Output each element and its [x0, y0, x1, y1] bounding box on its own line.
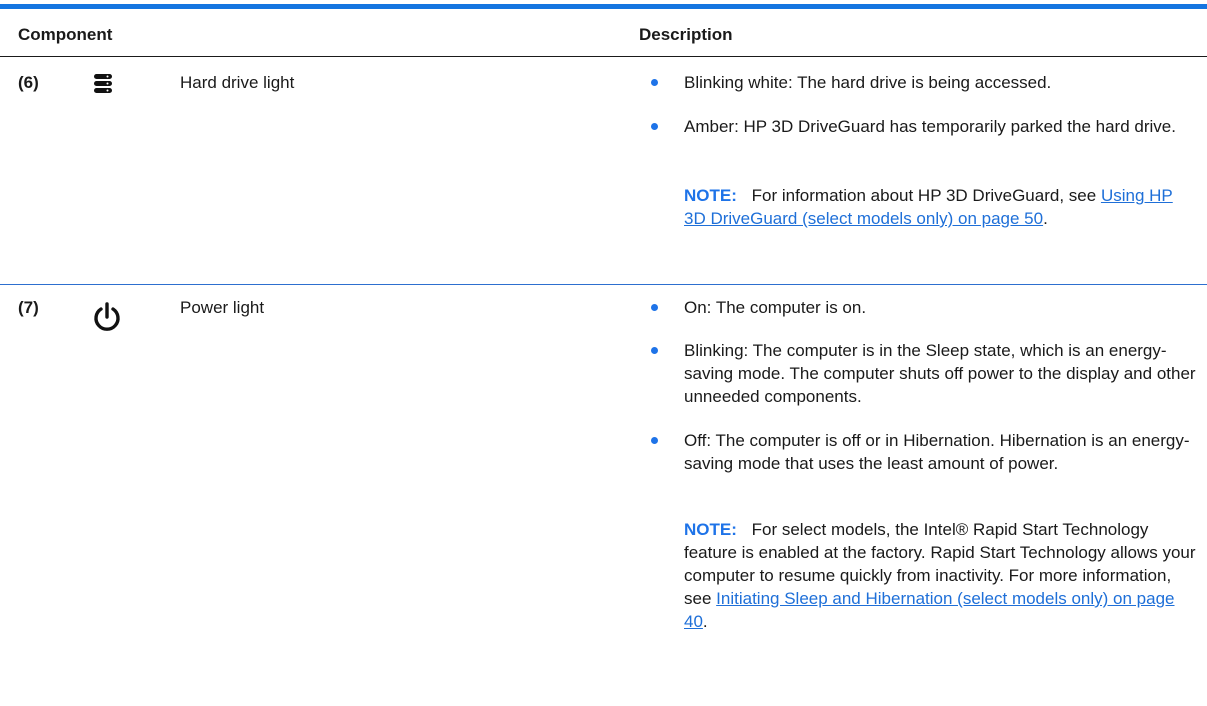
- bullet-icon: [651, 347, 658, 354]
- description-item: Blinking white: The hard drive is being …: [651, 71, 1196, 94]
- description-item: On: The computer is on.: [651, 296, 1196, 319]
- description-item: Amber: HP 3D DriveGuard has temporarily …: [651, 115, 1196, 138]
- table-header-row: Component Description: [0, 9, 1207, 57]
- bullet-icon: [651, 79, 658, 86]
- description-item: Off: The computer is off or in Hibernati…: [651, 429, 1196, 475]
- component-number: (6): [18, 73, 39, 92]
- hard-drive-icon: [93, 73, 113, 101]
- component-name: Hard drive light: [180, 73, 295, 92]
- bullet-icon: [651, 437, 658, 444]
- header-component: Component: [18, 25, 113, 44]
- component-name: Power light: [180, 298, 265, 317]
- description-item: Blinking: The computer is in the Sleep s…: [651, 339, 1196, 408]
- header-description: Description: [639, 25, 733, 44]
- note-link[interactable]: Initiating Sleep and Hibernation (select…: [684, 589, 1175, 631]
- note: NOTE: For information about HP 3D DriveG…: [684, 186, 1173, 228]
- note: NOTE: For select models, the Intel® Rapi…: [684, 520, 1196, 631]
- note-label: NOTE:: [684, 520, 737, 539]
- note-text: For information about HP 3D DriveGuard, …: [751, 186, 1097, 205]
- bullet-icon: [651, 123, 658, 130]
- power-icon: [92, 302, 122, 338]
- note-label: NOTE:: [684, 186, 737, 205]
- bullet-icon: [651, 304, 658, 311]
- row-divider: [0, 284, 1207, 285]
- component-number: (7): [18, 298, 39, 317]
